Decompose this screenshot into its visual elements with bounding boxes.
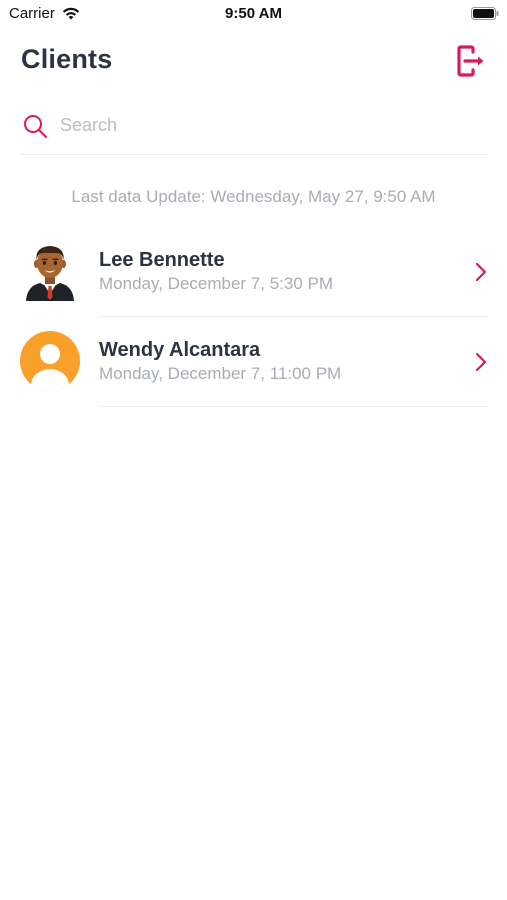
page-title: Clients — [21, 44, 113, 74]
last-update-text: Last data Update: Wednesday, May 27, 9:5… — [71, 187, 436, 206]
man-in-suit-avatar — [26, 246, 74, 301]
battery-icon — [471, 7, 499, 20]
client-name: Lee Bennette — [99, 249, 225, 271]
client-row-lee-bennette[interactable]: Lee Bennette Monday, December 7, 5:30 PM — [0, 227, 507, 317]
row-divider — [99, 406, 488, 407]
client-info: Wendy Alcantara Monday, December 7, 11:0… — [99, 338, 467, 385]
logout-button[interactable] — [454, 44, 488, 78]
logout-icon — [457, 45, 484, 77]
client-date: Monday, December 7, 11:00 PM — [99, 364, 342, 383]
clock: 9:50 AM — [225, 5, 282, 22]
search-input[interactable] — [60, 110, 480, 140]
client-row-wendy-alcantara[interactable]: Wendy Alcantara Monday, December 7, 11:0… — [0, 317, 507, 407]
status-bar: Carrier 9:50 AM — [0, 0, 507, 28]
chevron-right-icon — [475, 352, 487, 372]
client-info: Lee Bennette Monday, December 7, 5:30 PM — [99, 248, 467, 295]
chevron-right-icon — [475, 262, 487, 282]
client-name: Wendy Alcantara — [99, 339, 261, 361]
search-icon — [24, 115, 47, 138]
client-list: Lee Bennette Monday, December 7, 5:30 PM… — [0, 227, 507, 407]
search-bar[interactable] — [20, 106, 488, 155]
client-date: Monday, December 7, 5:30 PM — [99, 274, 334, 293]
default-user-avatar — [20, 331, 80, 391]
